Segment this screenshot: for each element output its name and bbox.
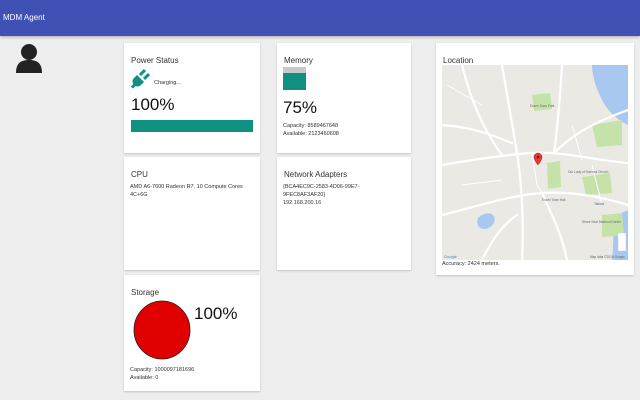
location-accuracy: Accuracy: 2424 meters. — [442, 261, 500, 267]
cpu-title: CPU — [131, 170, 148, 179]
plug-icon — [130, 68, 151, 89]
map-credit: Map data ©2016 Google — [590, 255, 625, 259]
storage-card: Storage 100% Capacity: 1000097181696 Ava… — [124, 275, 260, 391]
map-label-museum: Shore Seal Seafood Center — [582, 220, 622, 224]
app-title: MDM Agent — [3, 13, 45, 22]
location-card: Location Our Lady of Sorrows Church Esse… — [436, 43, 634, 275]
user-icon[interactable] — [15, 43, 43, 73]
memory-percent: 75% — [283, 98, 318, 117]
power-status-card: Power Status Charging... 100% — [124, 43, 260, 153]
network-adapter-id-line2: 9FEC8AF3AF20} — [283, 192, 326, 198]
map-label-church: Our Lady of Sorrows Church — [568, 170, 609, 174]
storage-capacity: Capacity: 1000097181696 — [130, 367, 195, 373]
map-label-hall: Essex Town Hall — [542, 198, 566, 202]
power-status-title: Power Status — [131, 56, 179, 65]
power-progress-bar — [131, 120, 253, 132]
memory-capacity: Capacity: 8589467648 — [283, 123, 339, 129]
cpu-card: CPU AMD A6-7600 Radeon R7, 10 Compute Co… — [124, 157, 260, 270]
memory-used-fill — [283, 72, 306, 90]
memory-available: Available: 2123460608 — [283, 131, 339, 137]
map-zoom-control — [617, 232, 627, 252]
storage-disk-icon — [133, 300, 191, 360]
network-adapter-id-line1: {BCA4EC9C-2583-4D06-99E7- — [283, 184, 360, 190]
cpu-model-line1: AMD A6-7600 Radeon R7, 10 Compute Cores — [130, 184, 243, 190]
memory-card: Memory 75% Capacity: 8589467648 Availabl… — [277, 43, 411, 153]
storage-title: Storage — [131, 288, 160, 297]
cpu-model-line2: 4C+6G — [130, 192, 148, 198]
network-card: Network Adapters {BCA4EC9C-2583-4D06-99E… — [277, 157, 411, 270]
location-map[interactable]: Our Lady of Sorrows Church Essex Town Ha… — [442, 65, 628, 260]
network-ip: 192.168.200.16 — [283, 200, 322, 206]
network-title: Network Adapters — [284, 170, 348, 179]
map-label-park: Essex Town Park — [530, 104, 555, 108]
storage-available: Available: 0 — [130, 375, 159, 381]
app-bar: MDM Agent — [0, 0, 640, 36]
memory-icon — [283, 67, 306, 90]
storage-percent: 100% — [194, 304, 238, 323]
power-status-text: Charging... — [154, 80, 181, 86]
map-label-talbots: Talbots — [594, 202, 605, 206]
memory-title: Memory — [284, 56, 313, 65]
power-percent: 100% — [131, 95, 175, 114]
map-google-logo: Google — [444, 254, 458, 259]
